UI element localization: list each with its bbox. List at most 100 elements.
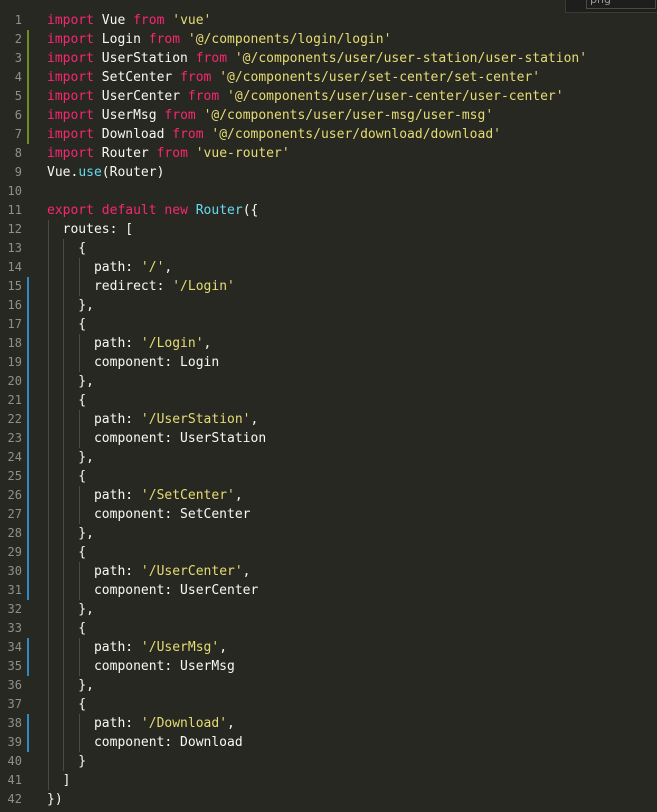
- code-line[interactable]: 23 component: UserStation: [0, 429, 657, 448]
- code-line[interactable]: 14 path: '/',: [0, 258, 657, 277]
- string-token: '/Login': [172, 279, 235, 294]
- line-number: 23: [7, 431, 22, 445]
- code-token: component: SetCenter: [47, 507, 251, 522]
- line-number: 37: [7, 697, 22, 711]
- line-number: 38: [7, 716, 22, 730]
- code-editor[interactable]: png 1 import Vue from 'vue' 2 import Login …: [0, 0, 657, 812]
- code-token: Vue.: [47, 165, 79, 180]
- string-token: 'vue-router': [195, 146, 290, 161]
- code-line[interactable]: 38 path: '/Download',: [0, 714, 657, 733]
- code-line[interactable]: 16 },: [0, 296, 657, 315]
- code-line[interactable]: 35 component: UserMsg: [0, 657, 657, 676]
- keyword-token: import: [47, 13, 94, 28]
- code-line[interactable]: 25 {: [0, 467, 657, 486]
- keyword-token: from: [172, 127, 204, 142]
- code-line[interactable]: 31 component: UserCenter: [0, 581, 657, 600]
- code-line[interactable]: 30 path: '/UserCenter',: [0, 562, 657, 581]
- line-content: path: '/UserStation',: [47, 410, 258, 429]
- keyword-token: import: [47, 108, 94, 123]
- code-line[interactable]: 40 }: [0, 752, 657, 771]
- code-line[interactable]: 36 },: [0, 676, 657, 695]
- line-number: 31: [7, 583, 22, 597]
- string-token: '@/components/user/user-center/user-cent…: [227, 89, 564, 104]
- code-line[interactable]: 27 component: SetCenter: [0, 505, 657, 524]
- code-line[interactable]: 20 },: [0, 372, 657, 391]
- line-content: },: [47, 524, 94, 543]
- code-token: ({: [242, 203, 259, 218]
- code-line[interactable]: 6 import UserMsg from '@/components/user/…: [0, 106, 657, 125]
- string-token: 'vue': [172, 13, 212, 28]
- code-line[interactable]: 10: [0, 182, 657, 201]
- code-line[interactable]: 1 import Vue from 'vue': [0, 11, 657, 30]
- code-line[interactable]: 5 import UserCenter from '@/components/us…: [0, 87, 657, 106]
- line-number: 7: [14, 127, 22, 141]
- code-token: component: UserCenter: [47, 583, 259, 598]
- modified-change-marker: [27, 543, 29, 562]
- image-tab[interactable]: png: [565, 0, 657, 13]
- function-token: use: [78, 165, 102, 180]
- code-line[interactable]: 32 },: [0, 600, 657, 619]
- modified-change-marker: [27, 657, 29, 676]
- keyword-token: import: [47, 70, 94, 85]
- code-line[interactable]: 28 },: [0, 524, 657, 543]
- tab-label: png: [590, 0, 611, 6]
- code-line[interactable]: 29 {: [0, 543, 657, 562]
- added-change-marker: [27, 125, 29, 144]
- code-token: ,: [164, 260, 173, 275]
- modified-change-marker: [27, 391, 29, 410]
- line-content: }): [47, 790, 63, 809]
- line-number: 41: [7, 773, 22, 787]
- code-line[interactable]: 37 {: [0, 695, 657, 714]
- string-token: '@/components/user/user-msg/user-msg': [203, 108, 494, 123]
- keyword-token: import: [47, 127, 94, 142]
- modified-change-marker: [27, 562, 29, 581]
- code-line[interactable]: 39 component: Download: [0, 733, 657, 752]
- line-content: {: [47, 391, 86, 410]
- code-line[interactable]: 18 path: '/Login',: [0, 334, 657, 353]
- code-area[interactable]: 1 import Vue from 'vue' 2 import Login from…: [0, 11, 657, 809]
- code-token: Vue: [93, 13, 134, 28]
- keyword-token: new: [164, 203, 188, 218]
- code-line[interactable]: 12 routes: [: [0, 220, 657, 239]
- code-token: }): [47, 792, 63, 807]
- code-line[interactable]: 26 path: '/SetCenter',: [0, 486, 657, 505]
- code-line[interactable]: 3 import UserStation from '@/components/u…: [0, 49, 657, 68]
- string-token: '/SetCenter': [140, 488, 235, 503]
- code-line[interactable]: 13 {: [0, 239, 657, 258]
- modified-change-marker: [27, 486, 29, 505]
- line-number: 13: [7, 241, 22, 255]
- code-token: Router: [93, 146, 157, 161]
- code-line[interactable]: 9 Vue.use(Router): [0, 163, 657, 182]
- added-change-marker: [27, 106, 29, 125]
- code-line[interactable]: 4 import SetCenter from '@/components/use…: [0, 68, 657, 87]
- code-line[interactable]: 11 export default new Router({: [0, 201, 657, 220]
- keyword-token: from: [133, 13, 165, 28]
- code-token: },: [47, 374, 94, 389]
- code-line[interactable]: 42}): [0, 790, 657, 809]
- line-content: import Router from 'vue-router': [47, 144, 290, 163]
- code-line[interactable]: 8 import Router from 'vue-router': [0, 144, 657, 163]
- keyword-token: from: [180, 70, 212, 85]
- function-token: Router: [195, 203, 243, 218]
- line-number: 39: [7, 735, 22, 749]
- added-change-marker: [27, 87, 29, 106]
- code-line[interactable]: 34 path: '/UserMsg',: [0, 638, 657, 657]
- code-line[interactable]: 21 {: [0, 391, 657, 410]
- line-content: },: [47, 296, 94, 315]
- code-line[interactable]: 2 import Login from '@/components/login/l…: [0, 30, 657, 49]
- code-line[interactable]: 33 {: [0, 619, 657, 638]
- code-line[interactable]: 7 import Download from '@/components/user…: [0, 125, 657, 144]
- code-line[interactable]: 15 redirect: '/Login': [0, 277, 657, 296]
- keyword-token: import: [47, 32, 94, 47]
- line-number: 17: [7, 317, 22, 331]
- line-content: component: UserStation: [47, 429, 266, 448]
- keyword-token: from: [164, 108, 196, 123]
- code-line[interactable]: 17 {: [0, 315, 657, 334]
- code-token: {: [47, 241, 87, 256]
- code-line[interactable]: 41 ]: [0, 771, 657, 790]
- code-line[interactable]: 19 component: Login: [0, 353, 657, 372]
- added-change-marker: [27, 49, 29, 68]
- line-content: import Download from '@/components/user/…: [47, 125, 501, 144]
- code-line[interactable]: 22 path: '/UserStation',: [0, 410, 657, 429]
- code-line[interactable]: 24 },: [0, 448, 657, 467]
